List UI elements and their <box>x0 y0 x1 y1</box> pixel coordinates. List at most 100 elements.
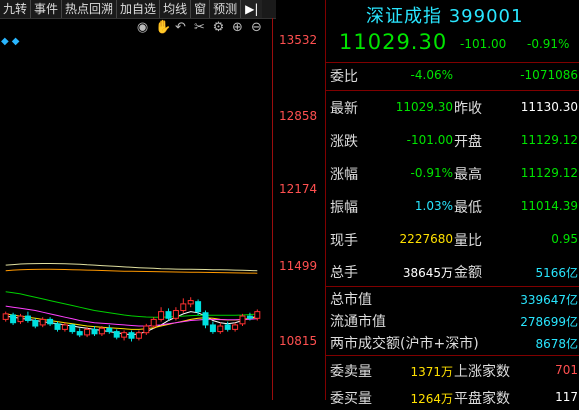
row-value: 11014.39 <box>520 199 578 213</box>
toolbar-btn-ma[interactable]: 均线 <box>160 0 192 18</box>
candle-body[interactable] <box>254 311 261 319</box>
candle-body[interactable] <box>98 327 105 335</box>
zoom-in-icon[interactable]: ⊕ <box>231 20 244 35</box>
candle-body[interactable] <box>121 332 128 338</box>
candle-body[interactable] <box>232 324 239 330</box>
candle-body[interactable] <box>10 314 17 324</box>
row-label: 昨收 <box>454 101 482 117</box>
bottom-row: 委卖量 1371万 上涨家数 701 <box>326 361 579 383</box>
diamond-markers-icon: ◆◆ <box>1 36 23 47</box>
candle-body[interactable] <box>143 325 150 334</box>
candle-body[interactable] <box>91 328 98 335</box>
gear-icon[interactable]: ⚙ <box>212 20 225 35</box>
candle-body[interactable] <box>239 315 246 325</box>
divider <box>326 62 579 63</box>
row-label: 委卖量 <box>330 364 372 380</box>
zoom-out-icon[interactable]: ⊖ <box>250 20 263 35</box>
candle-body[interactable] <box>195 301 202 313</box>
row-value: 11029.30 <box>395 100 453 114</box>
toolbar-btn-window[interactable]: 窗 <box>191 0 211 18</box>
row-value: -0.91% <box>410 166 453 180</box>
candle-body[interactable] <box>202 312 209 326</box>
row-label: 总手 <box>330 265 358 281</box>
candle-body[interactable] <box>61 324 68 330</box>
candle-body[interactable] <box>106 327 113 333</box>
candle-body[interactable] <box>150 318 157 327</box>
market-row: 流通市值 278699亿 <box>326 311 579 333</box>
row-value: 38645万 <box>402 266 453 280</box>
kline-chart[interactable] <box>0 18 276 400</box>
candle-body[interactable] <box>135 332 142 339</box>
row-label: 开盘 <box>454 134 482 150</box>
market-label: 总市值 <box>330 292 372 308</box>
quote-row: 涨幅 -0.91% 最高 11129.12 <box>326 164 579 186</box>
candle-body[interactable] <box>17 315 24 323</box>
toolbar-btn-jiuzhuan[interactable]: 九转 <box>0 0 32 18</box>
row-label: 振幅 <box>330 200 358 216</box>
toolbar-btn-events[interactable]: 事件 <box>31 0 63 18</box>
candle-body[interactable] <box>187 300 194 305</box>
bottom-row: 委买量 1264万 平盘家数 117 <box>326 388 579 410</box>
candle-body[interactable] <box>76 331 83 336</box>
row-label: 最新 <box>330 101 358 117</box>
undo-icon[interactable]: ↶ <box>174 20 187 35</box>
candle-body[interactable] <box>84 328 91 336</box>
candle-body[interactable] <box>69 324 76 333</box>
row-label: 涨幅 <box>330 167 358 183</box>
candle-body[interactable] <box>24 315 31 322</box>
candle-body[interactable] <box>158 311 165 320</box>
toolbar-btn-hotspot[interactable]: 热点回溯 <box>62 0 118 18</box>
toolbar-end-icon[interactable]: ▶| <box>241 0 263 18</box>
toolbar-btn-add-watchlist[interactable]: 加自选 <box>117 0 161 18</box>
chart-toolbar: 九转 事件 热点回溯 加自选 均线 窗 预测 ▶| <box>0 0 276 19</box>
toolbar-btn-forecast[interactable]: 预测 <box>210 0 242 18</box>
candle-body[interactable] <box>180 303 187 312</box>
row-value: 11130.30 <box>520 100 578 114</box>
eye-icon[interactable]: ◉ <box>136 20 149 35</box>
divider <box>326 286 579 287</box>
ma-line <box>5 291 258 318</box>
row-label: 上涨家数 <box>454 364 510 380</box>
row-label: 最低 <box>454 200 482 216</box>
divider <box>326 90 579 91</box>
candle-body[interactable] <box>217 325 224 333</box>
row-value: 1264万 <box>410 392 453 406</box>
weibi-pct: -4.06% <box>410 68 453 82</box>
candle-body[interactable] <box>172 310 179 319</box>
row-value: 1371万 <box>410 365 453 379</box>
hand-icon[interactable]: ✋ <box>155 20 171 35</box>
row-value: 11129.12 <box>520 166 578 180</box>
y-tick-label: 10815 <box>279 334 318 348</box>
candle-body[interactable] <box>39 318 46 326</box>
price-change-pct: -0.91% <box>527 37 570 51</box>
y-tick-label: 12858 <box>279 109 318 123</box>
candle-body[interactable] <box>2 313 9 320</box>
candle-body[interactable] <box>128 332 135 339</box>
candle-body[interactable] <box>209 324 216 333</box>
row-label: 最高 <box>454 167 482 183</box>
index-title: 深证成指 399001 <box>366 6 524 27</box>
candle-body[interactable] <box>47 318 54 325</box>
market-row: 两市成交额(沪市+深市) 8678亿 <box>326 333 579 355</box>
row-value: 0.95 <box>551 232 578 246</box>
weibi-label: 委比 <box>330 69 358 85</box>
candle-body[interactable] <box>224 324 231 330</box>
candle-body[interactable] <box>54 323 61 330</box>
y-tick-label: 12174 <box>279 182 318 196</box>
current-price: 11029.30 <box>339 30 448 54</box>
row-label: 量比 <box>454 233 482 249</box>
quote-row: 振幅 1.03% 最低 11014.39 <box>326 197 579 219</box>
row-value: 2227680 <box>399 232 453 246</box>
weibi-value: -1071086 <box>520 68 578 82</box>
candle-body[interactable] <box>113 331 120 338</box>
quote-row: 最新 11029.30 昨收 11130.30 <box>326 98 579 120</box>
scissors-icon[interactable]: ✂ <box>193 20 206 35</box>
market-label: 两市成交额(沪市+深市) <box>330 336 479 352</box>
candle-body[interactable] <box>246 315 253 319</box>
row-label: 涨跌 <box>330 134 358 150</box>
candle-body[interactable] <box>165 311 172 319</box>
row-value: -101.00 <box>406 133 453 147</box>
row-label: 委买量 <box>330 391 372 407</box>
row-value: 117 <box>555 390 578 404</box>
candle-body[interactable] <box>32 320 39 327</box>
